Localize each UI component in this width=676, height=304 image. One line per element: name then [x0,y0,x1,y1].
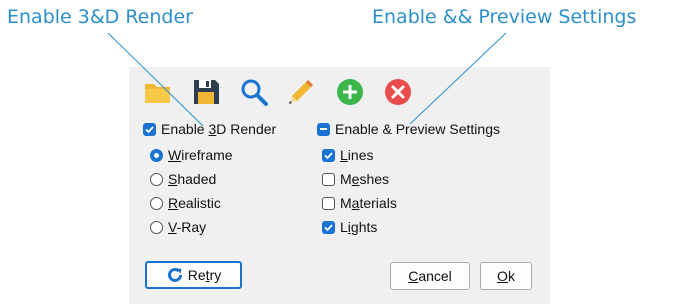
ok-button[interactable]: Ok [480,262,532,290]
radio-selected-icon [150,148,163,162]
radio-wireframe[interactable]: Wireframe [150,145,233,165]
radio-vray-label: V-Ray [168,219,207,235]
checkbox-materials[interactable]: Materials [322,193,397,213]
ok-label: Ok [497,268,515,284]
callout-enable-preview-settings: Enable && Preview Settings [372,6,637,28]
enable-preview-settings-label: Enable & Preview Settings [335,121,500,137]
checkbox-lines-label: Lines [340,147,374,163]
callout-enable-3d-render: Enable 3&D Render [7,6,193,28]
radio-unselected-icon [150,220,163,234]
checkbox-lines[interactable]: Lines [322,145,373,165]
retry-button[interactable]: Retry [145,261,242,289]
checkbox-lights[interactable]: Lights [322,217,377,237]
dialog-panel: Enable 3D Render Wireframe Shaded Realis… [129,67,550,304]
folder-icon[interactable] [143,77,173,107]
checkbox-unchecked-icon [322,172,335,186]
radio-realistic[interactable]: Realistic [150,193,221,213]
checkbox-checked-icon [322,148,335,162]
enable-3d-render-checkbox[interactable]: Enable 3D Render [143,119,276,139]
refresh-icon [166,266,184,284]
retry-label: Retry [187,267,222,283]
radio-vray[interactable]: V-Ray [150,217,206,237]
close-icon[interactable] [383,77,413,107]
radio-shaded-label: Shaded [168,171,217,187]
checkbox-unchecked-icon [322,196,335,210]
radio-unselected-icon [150,172,163,186]
radio-realistic-label: Realistic [168,195,221,211]
checkbox-checked-icon [143,122,156,136]
checkbox-indeterminate-icon [317,122,330,136]
enable-preview-settings-checkbox[interactable]: Enable & Preview Settings [317,119,500,139]
checkbox-materials-label: Materials [340,195,397,211]
radio-wireframe-label: Wireframe [168,147,233,163]
checkbox-checked-icon [322,220,335,234]
save-icon[interactable] [191,77,221,107]
search-icon[interactable] [239,77,269,107]
radio-shaded[interactable]: Shaded [150,169,216,189]
cancel-button[interactable]: Cancel [390,262,470,290]
checkbox-meshes[interactable]: Meshes [322,169,389,189]
enable-3d-render-label: Enable 3D Render [161,121,277,137]
add-icon[interactable] [335,77,365,107]
checkbox-lights-label: Lights [340,219,378,235]
pencil-icon[interactable] [286,77,316,107]
checkbox-meshes-label: Meshes [340,171,390,187]
cancel-label: Cancel [408,268,452,284]
radio-unselected-icon [150,196,163,210]
